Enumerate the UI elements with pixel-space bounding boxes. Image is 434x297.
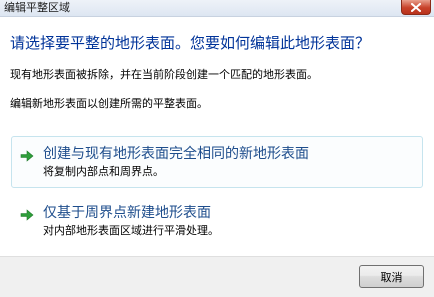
green-arrow-icon [20, 209, 34, 221]
edit-graded-region-dialog: 编辑平整区域 请选择要平整的地形表面。您要如何编辑此地形表面？ 现有地形表面被拆… [0, 0, 434, 297]
option-description: 对内部地形表面区域进行平滑处理。 [43, 224, 219, 237]
content-text-1: 现有地形表面被拆除，并在当前阶段创建一个匹配的地形表面。 [10, 68, 318, 81]
content-text-2: 编辑新地形表面以创建所需的平整表面。 [10, 97, 208, 110]
close-icon [411, 2, 421, 12]
dialog-footer: 取消 [0, 256, 434, 297]
green-arrow-icon [20, 150, 34, 162]
option-title: 仅基于周界点新建地形表面 [43, 205, 211, 221]
option-duplicate-surface[interactable]: 创建与现有地形表面完全相同的新地形表面 将复制内部点和周界点。 [11, 136, 423, 188]
option-title: 创建与现有地形表面完全相同的新地形表面 [43, 146, 309, 162]
main-instruction: 请选择要平整的地形表面。您要如何编辑此地形表面？ [10, 34, 371, 52]
option-perimeter-only-surface[interactable]: 仅基于周界点新建地形表面 对内部地形表面区域进行平滑处理。 [11, 195, 423, 247]
window-title: 编辑平整区域 [4, 1, 70, 14]
cancel-button[interactable]: 取消 [359, 265, 424, 288]
title-bar[interactable]: 编辑平整区域 [0, 0, 434, 17]
close-button[interactable] [401, 0, 431, 15]
option-description: 将复制内部点和周界点。 [43, 165, 164, 178]
